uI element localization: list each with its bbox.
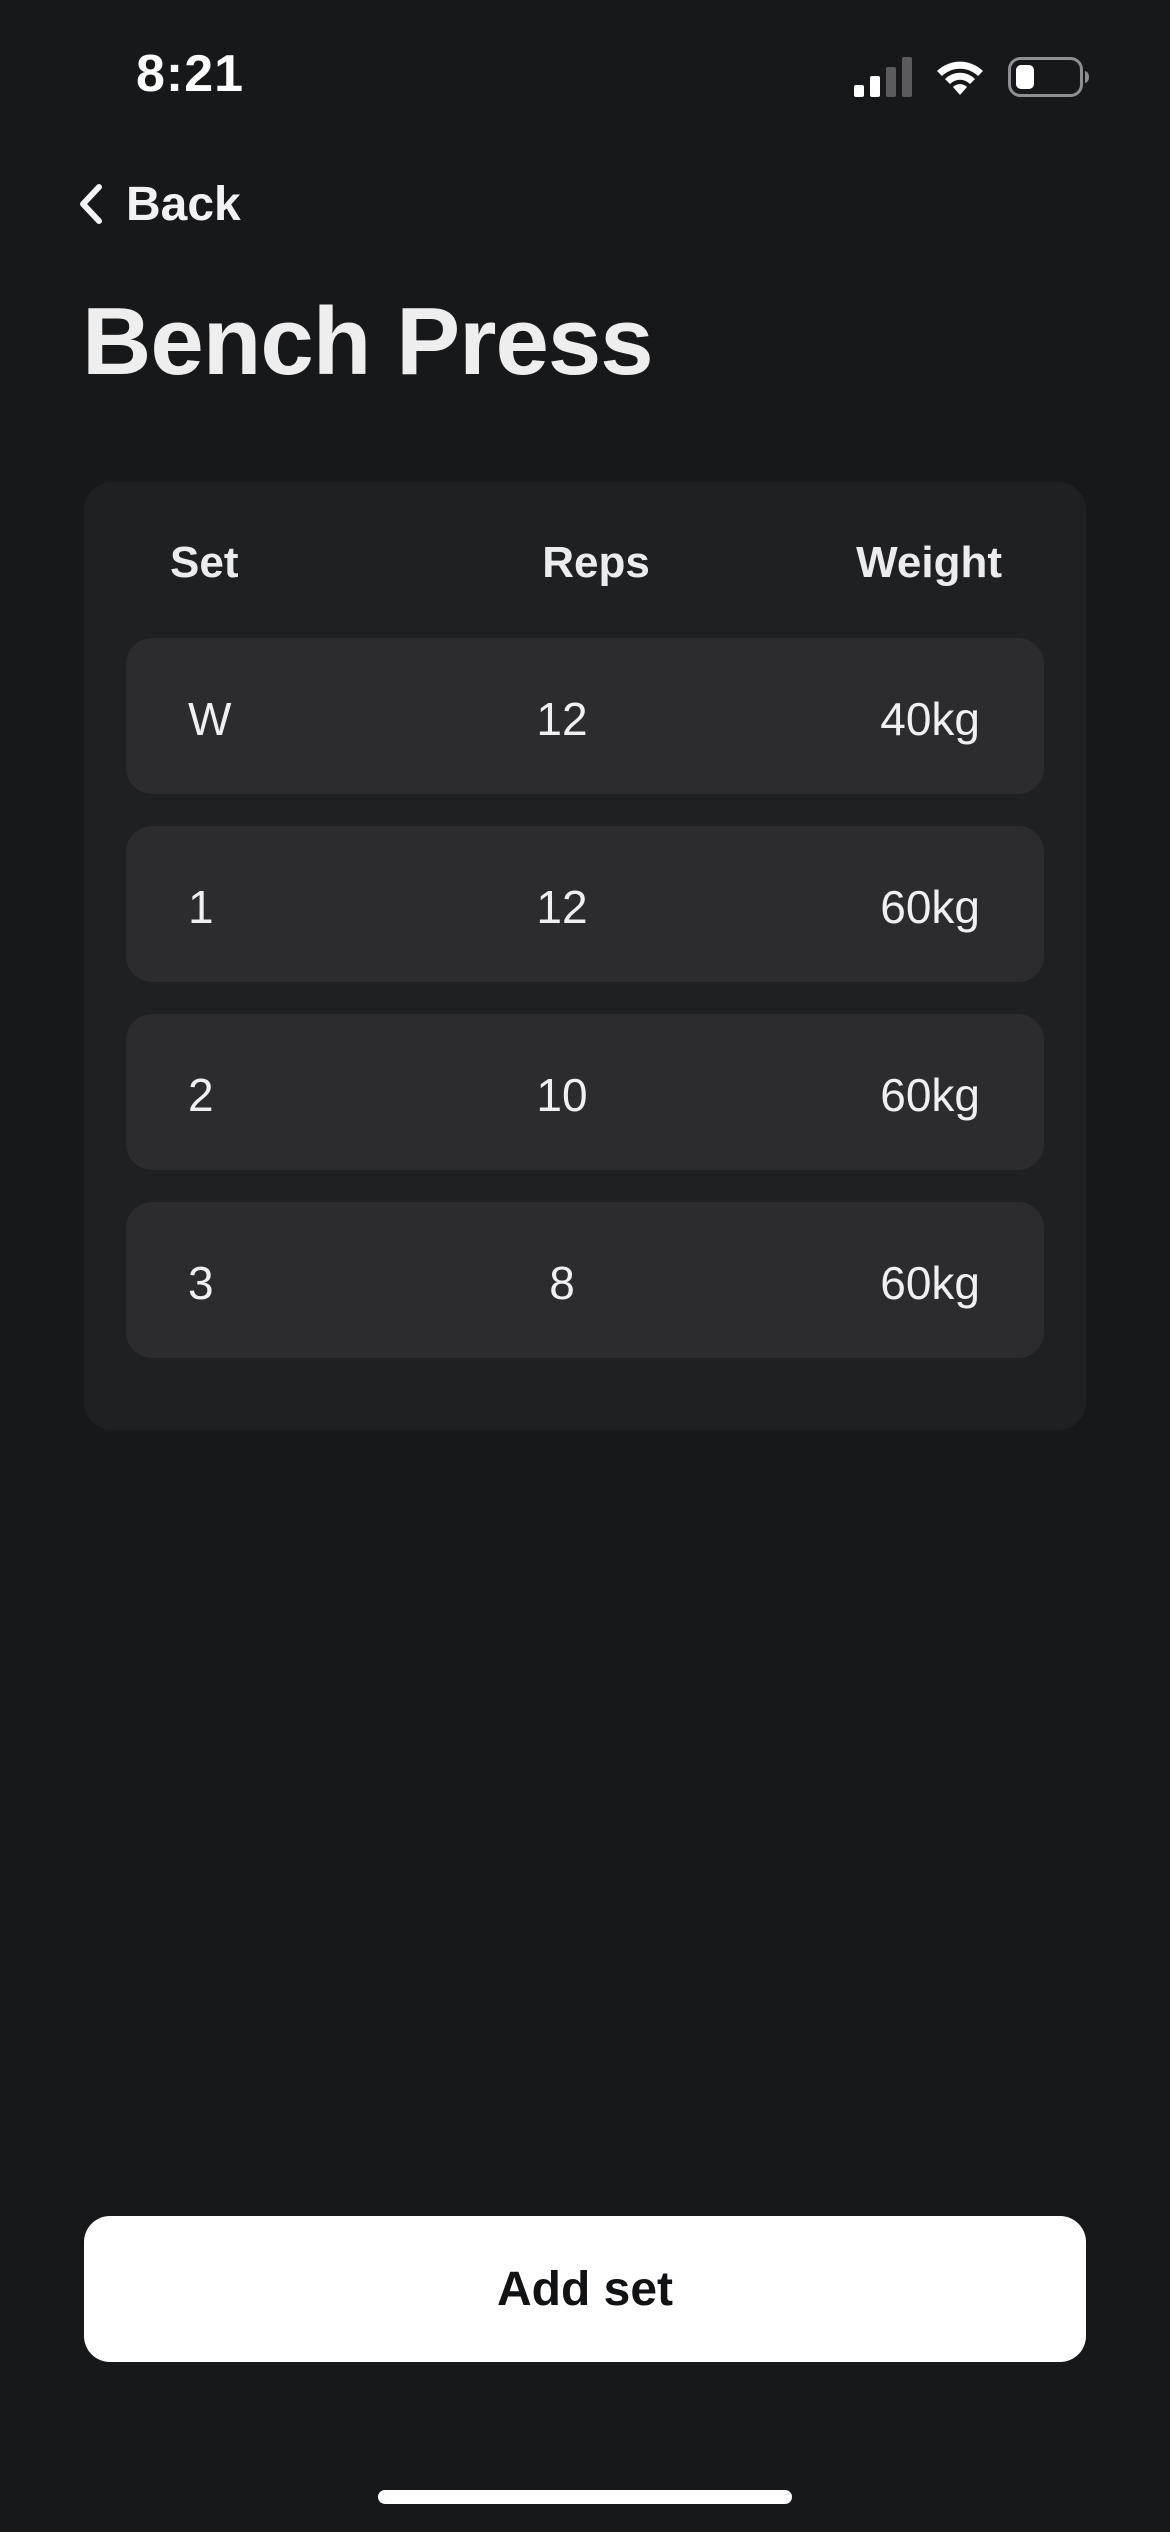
status-icons bbox=[854, 56, 1090, 98]
page-title: Bench Press bbox=[82, 288, 654, 395]
set-rows: W 12 40kg 1 12 60kg 2 10 60kg 3 8 60kg bbox=[126, 638, 1044, 1390]
set-row-warmup[interactable]: W 12 40kg bbox=[126, 638, 1044, 794]
chevron-left-icon bbox=[80, 184, 102, 224]
set-number: 3 bbox=[188, 1257, 214, 1309]
set-weight: 60kg bbox=[880, 1257, 980, 1309]
header-weight: Weight bbox=[856, 538, 1002, 587]
set-weight: 40kg bbox=[880, 693, 980, 745]
table-header: Set Reps Weight bbox=[84, 538, 1086, 587]
header-set: Set bbox=[170, 538, 239, 587]
set-row-3[interactable]: 3 8 60kg bbox=[126, 1202, 1044, 1358]
cellular-signal-icon bbox=[854, 57, 912, 97]
set-reps: 12 bbox=[536, 881, 588, 933]
set-number: 2 bbox=[188, 1069, 214, 1121]
set-number: 1 bbox=[188, 881, 214, 933]
set-reps: 8 bbox=[549, 1257, 575, 1309]
wifi-icon bbox=[937, 61, 983, 95]
set-row-2[interactable]: 2 10 60kg bbox=[126, 1014, 1044, 1170]
set-reps: 12 bbox=[536, 693, 588, 745]
home-indicator[interactable] bbox=[378, 2490, 792, 2504]
battery-icon bbox=[1008, 57, 1089, 97]
set-row-1[interactable]: 1 12 60kg bbox=[126, 826, 1044, 982]
set-weight: 60kg bbox=[880, 881, 980, 933]
header-reps: Reps bbox=[542, 538, 650, 587]
set-number: W bbox=[188, 693, 232, 745]
status-bar: 8:21 bbox=[0, 0, 1170, 150]
add-set-button[interactable]: Add set bbox=[84, 2216, 1086, 2362]
back-label: Back bbox=[126, 177, 241, 231]
back-button[interactable]: Back bbox=[78, 172, 241, 236]
sets-card: Set Reps Weight W 12 40kg 1 12 60kg 2 10… bbox=[84, 482, 1086, 1430]
set-weight: 60kg bbox=[880, 1069, 980, 1121]
set-reps: 10 bbox=[536, 1069, 588, 1121]
status-time: 8:21 bbox=[136, 45, 245, 103]
